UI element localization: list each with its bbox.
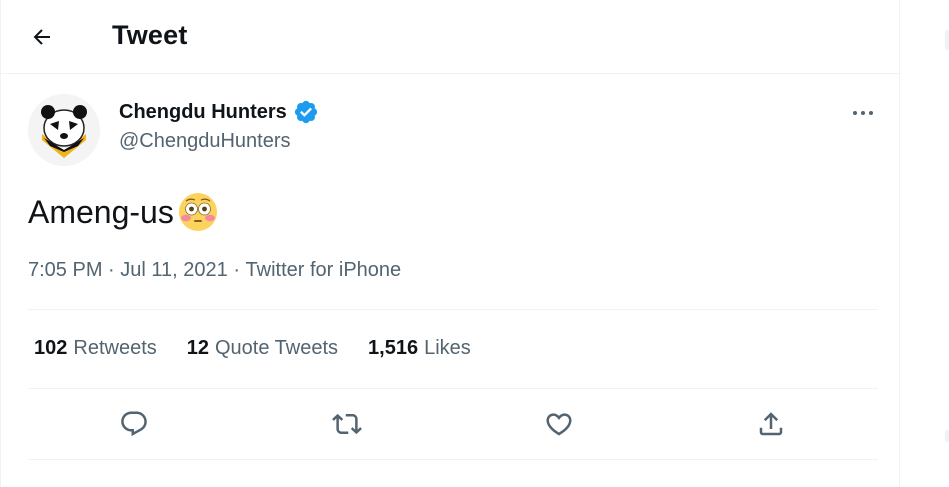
- reply-button[interactable]: [112, 402, 156, 446]
- back-button[interactable]: [23, 18, 61, 56]
- retweet-button[interactable]: [325, 402, 369, 446]
- quote-tweets-label: Quote Tweets: [215, 337, 339, 359]
- more-icon: [853, 111, 873, 115]
- retweet-icon: [332, 413, 362, 435]
- retweets-count: 102: [34, 337, 68, 359]
- panda-logo: [28, 94, 100, 166]
- sidebar-edge: [945, 430, 949, 442]
- share-icon: [759, 412, 783, 436]
- arrow-left-icon: [33, 29, 50, 45]
- tweet-text-content: Ameng-us: [28, 194, 174, 230]
- like-button[interactable]: [537, 402, 581, 446]
- quote-tweets-count: 12: [186, 337, 209, 359]
- tweet-column: Tweet Chengdu Hunters @ChengduHunters Am…: [0, 0, 901, 487]
- tweet-stats: 102 Retweets 12 Quote Tweets 1,516 Likes: [34, 337, 471, 360]
- sidebar-edge: [945, 30, 949, 50]
- retweets-stat[interactable]: 102 Retweets: [34, 337, 157, 360]
- likes-stat[interactable]: 1,516 Likes: [368, 337, 471, 360]
- author-handle[interactable]: @ChengduHunters: [119, 130, 291, 153]
- tweet-text: Ameng-us: [28, 190, 220, 234]
- reply-icon: [121, 411, 147, 437]
- retweets-label: Retweets: [73, 337, 157, 359]
- likes-label: Likes: [424, 337, 471, 359]
- tweet-meta: 7:05 PM · Jul 11, 2021 · Twitter for iPh…: [28, 259, 401, 282]
- tweet-time[interactable]: 7:05 PM: [28, 259, 102, 282]
- divider: [28, 459, 878, 460]
- share-button[interactable]: [749, 402, 793, 446]
- verified-badge-icon: [293, 99, 319, 125]
- meta-separator: ·: [227, 259, 246, 281]
- like-icon: [546, 413, 572, 436]
- avatar[interactable]: [28, 94, 100, 166]
- more-options-button[interactable]: [841, 96, 885, 130]
- tweet-header: Tweet: [1, 0, 901, 74]
- flushed-face-emoji: [176, 190, 220, 234]
- author-name-row: Chengdu Hunters: [119, 99, 319, 125]
- tweet-date[interactable]: Jul 11, 2021: [120, 259, 228, 282]
- divider: [28, 388, 878, 389]
- tweet-actions: [28, 400, 878, 450]
- author-display-name[interactable]: Chengdu Hunters: [119, 101, 287, 124]
- meta-separator: ·: [102, 259, 121, 281]
- quote-tweets-stat[interactable]: 12 Quote Tweets: [187, 337, 338, 360]
- page-title: Tweet: [112, 20, 188, 50]
- likes-count: 1,516: [368, 337, 419, 359]
- tweet-source[interactable]: Twitter for iPhone: [246, 259, 402, 282]
- divider: [28, 309, 878, 310]
